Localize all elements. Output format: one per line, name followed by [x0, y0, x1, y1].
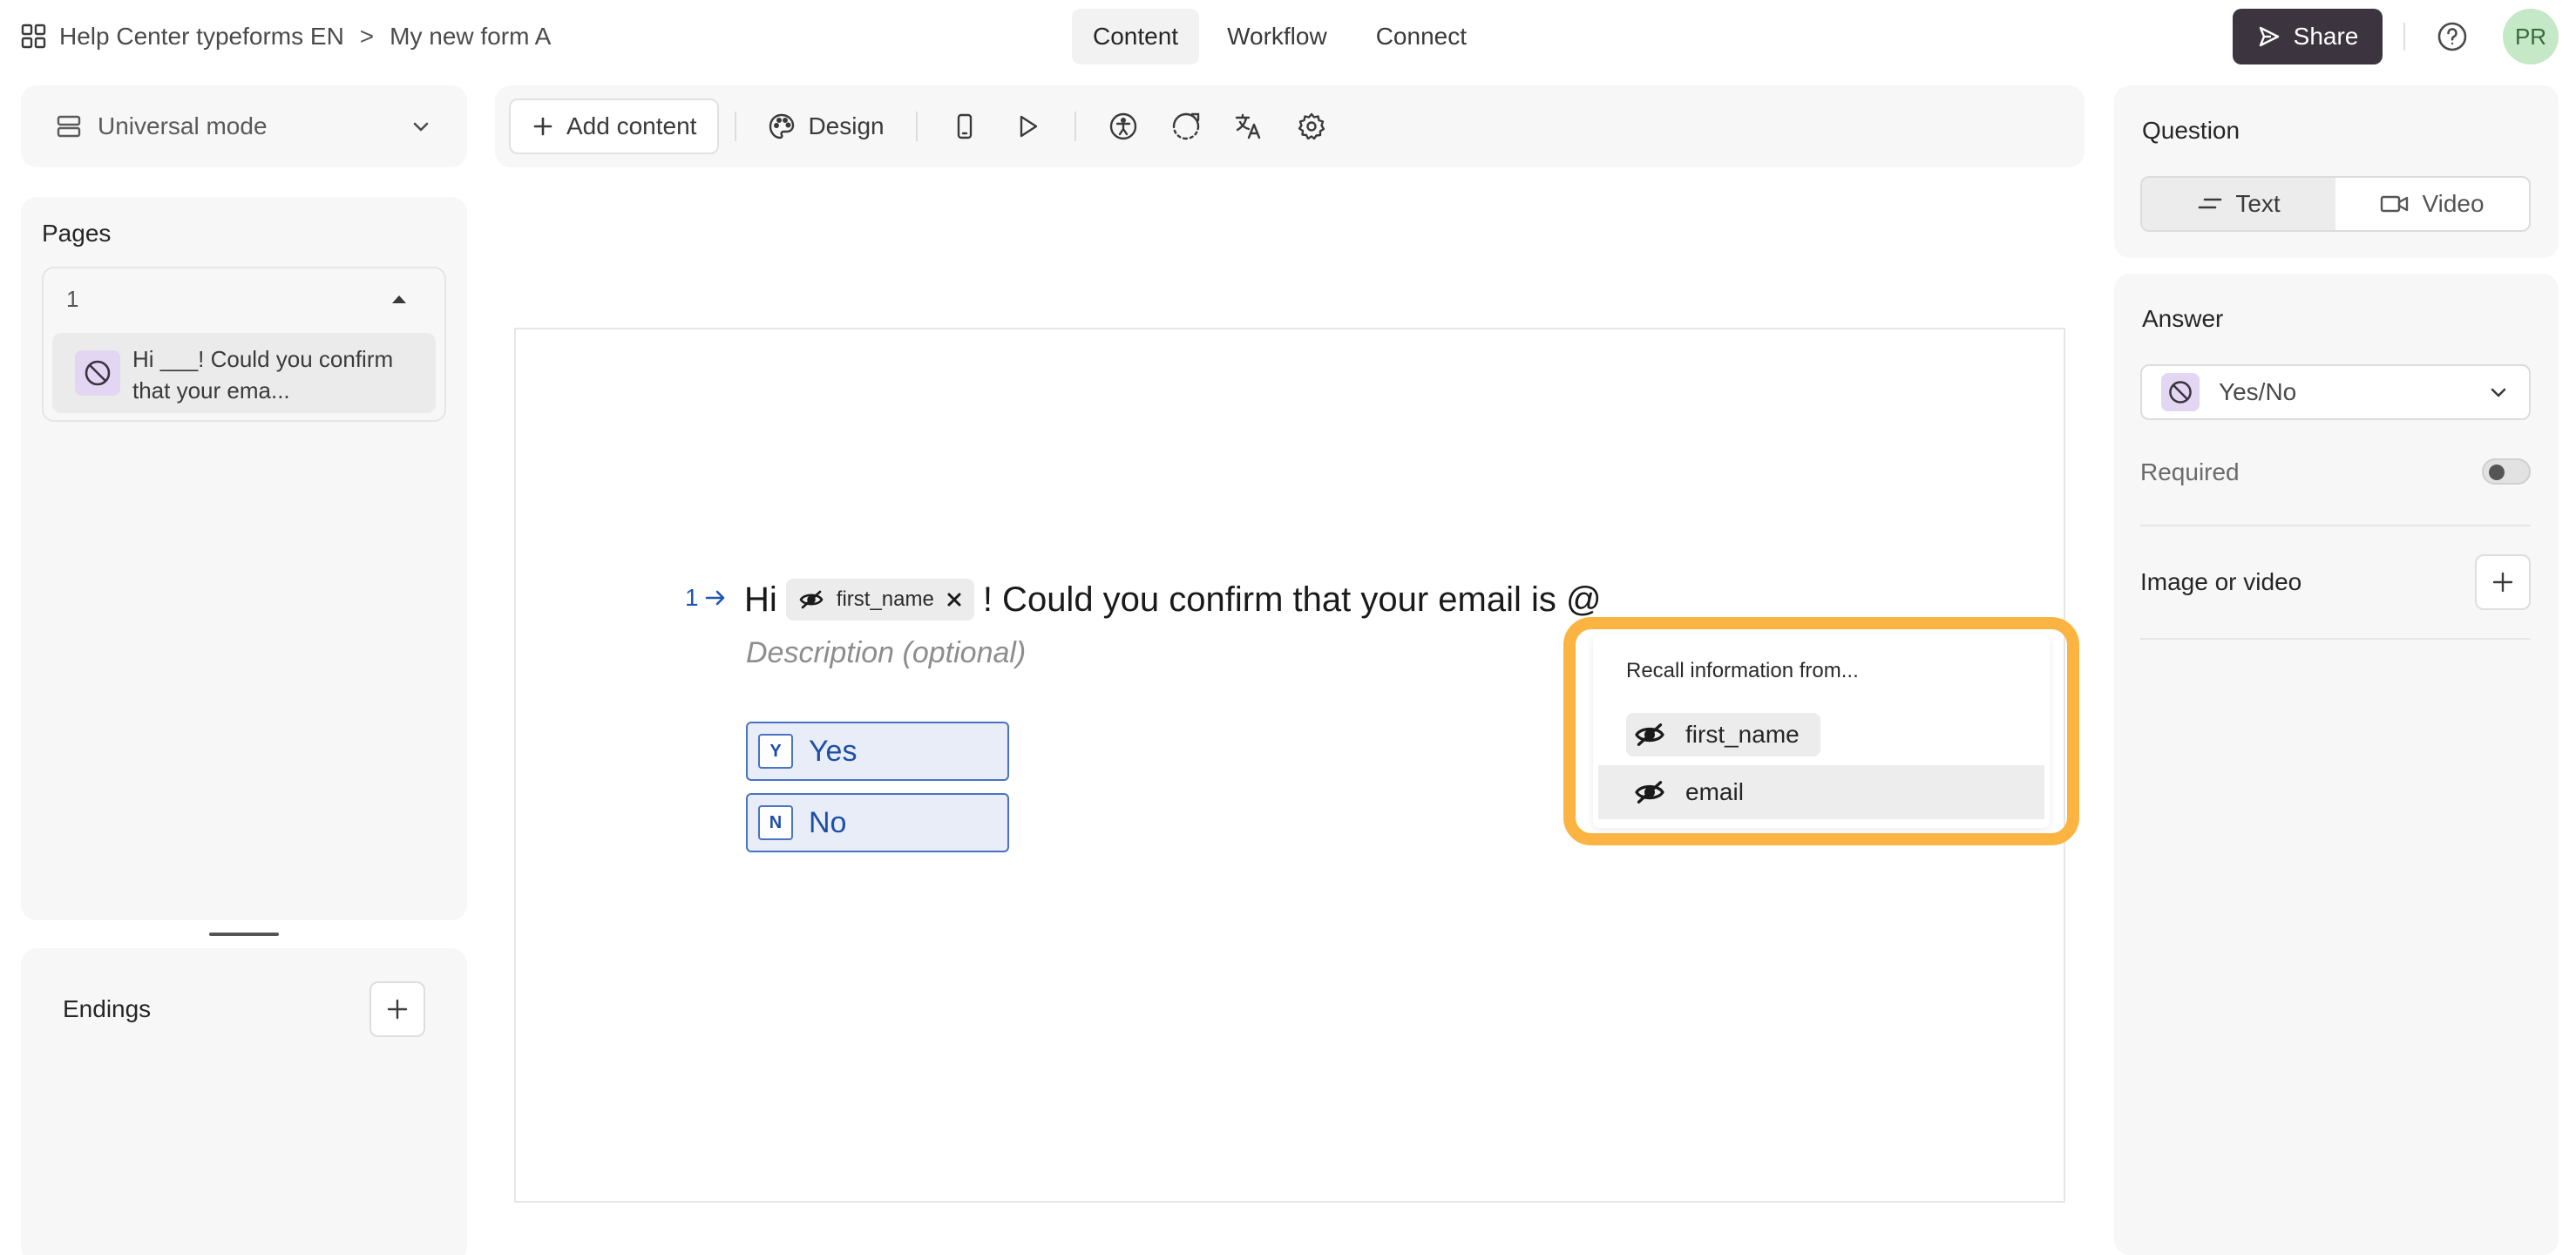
chevron-down-icon	[410, 115, 432, 138]
avatar[interactable]: PR	[2503, 9, 2559, 64]
text-lines-icon	[2197, 195, 2223, 213]
section-divider	[2140, 638, 2531, 640]
mobile-preview-icon[interactable]	[933, 98, 996, 154]
tab-content[interactable]: Content	[1072, 9, 1200, 64]
panel-resize-handle[interactable]	[209, 933, 279, 936]
mode-video-label: Video	[2422, 190, 2484, 217]
required-toggle[interactable]	[2482, 458, 2531, 485]
section-divider	[2140, 525, 2531, 526]
choice-label: No	[809, 805, 847, 839]
play-icon[interactable]	[996, 98, 1059, 154]
toolbar-divider	[735, 112, 737, 141]
mode-label: Universal mode	[98, 112, 268, 139]
chevron-down-icon	[2487, 381, 2510, 404]
description-input[interactable]: Description (optional)	[746, 636, 1026, 670]
plus-icon	[385, 997, 410, 1021]
choice-key: N	[758, 805, 793, 840]
design-label: Design	[808, 112, 885, 139]
mode-text-button[interactable]: Text	[2142, 178, 2335, 230]
mode-video-button[interactable]: Video	[2335, 178, 2529, 230]
editor-toolbar: Add content Design	[495, 85, 2085, 167]
video-camera-icon	[2380, 193, 2410, 214]
add-image-video-button[interactable]	[2475, 554, 2531, 610]
page-number: 1	[66, 286, 79, 312]
mode-selector[interactable]: Universal mode	[21, 85, 467, 167]
toggle-knob	[2489, 465, 2505, 480]
header-divider	[2403, 23, 2405, 51]
breadcrumb: Help Center typeforms EN > My new form A	[21, 16, 551, 58]
add-content-button[interactable]: Add content	[509, 98, 720, 154]
highlight-outline	[1563, 617, 2079, 845]
palette-icon	[768, 112, 796, 140]
image-video-label: Image or video	[2140, 568, 2302, 595]
answer-section-title: Answer	[2142, 305, 2224, 332]
breadcrumb-workspace[interactable]: Help Center typeforms EN	[59, 23, 344, 51]
choice-label: Yes	[809, 734, 858, 768]
yes-no-icon	[2161, 373, 2200, 411]
apps-grid-icon[interactable]	[21, 24, 47, 50]
question-mode-toggle: Text Video	[2140, 176, 2531, 232]
yes-no-icon	[75, 350, 120, 396]
required-label: Required	[2140, 458, 2240, 485]
choice-key: Y	[758, 734, 793, 769]
loading-icon[interactable]	[1155, 98, 1217, 154]
recall-chip-label: first_name	[836, 587, 934, 611]
hidden-field-icon	[798, 589, 824, 610]
add-content-label: Add content	[566, 112, 697, 139]
question-section-title: Question	[2142, 117, 2240, 144]
plus-icon	[532, 115, 554, 138]
add-ending-button[interactable]	[369, 981, 425, 1037]
share-label: Share	[2293, 23, 2359, 50]
question-number: 1	[685, 584, 727, 612]
question-title-suffix: ! Could you confirm that your email is @	[982, 580, 1602, 619]
page-item-label: Hi ___! Could you confirm that your ema.…	[132, 346, 394, 404]
share-button[interactable]: Share	[2233, 9, 2383, 64]
answer-settings-panel	[2114, 274, 2559, 1255]
toolbar-divider	[915, 112, 918, 141]
question-number-label: 1	[685, 584, 699, 611]
send-icon	[2257, 24, 2281, 49]
arrow-right-icon	[704, 588, 727, 607]
question-title-prefix: Hi	[744, 580, 777, 619]
pages-title: Pages	[42, 220, 112, 247]
answer-type-label: Yes/No	[2219, 378, 2297, 405]
breadcrumb-form-name[interactable]: My new form A	[390, 23, 551, 51]
design-button[interactable]: Design	[752, 98, 899, 154]
tab-connect[interactable]: Connect	[1355, 9, 1488, 64]
help-icon[interactable]	[2435, 19, 2470, 54]
translate-icon[interactable]	[1217, 98, 1280, 154]
question-settings-panel	[2114, 85, 2559, 258]
answer-type-select[interactable]: Yes/No	[2140, 364, 2531, 420]
recall-chip[interactable]: first_name	[785, 579, 974, 621]
question-title[interactable]: Hi first_name ! Could you confirm that y…	[744, 573, 1602, 626]
endings-title: Endings	[63, 995, 152, 1022]
tab-workflow[interactable]: Workflow	[1206, 9, 1348, 64]
choice-no[interactable]: N No	[746, 793, 1009, 852]
toolbar-divider	[1074, 112, 1076, 141]
close-icon[interactable]	[946, 592, 962, 607]
caret-up-icon[interactable]	[390, 293, 408, 305]
plus-icon	[2491, 570, 2515, 594]
layout-icon	[56, 113, 82, 139]
breadcrumb-separator: >	[359, 23, 375, 50]
main-tabs: Content Workflow Connect	[1072, 9, 1488, 64]
settings-icon[interactable]	[1280, 98, 1343, 154]
accessibility-icon[interactable]	[1092, 98, 1155, 154]
mode-text-label: Text	[2235, 190, 2281, 217]
choice-yes[interactable]: Y Yes	[746, 722, 1009, 781]
